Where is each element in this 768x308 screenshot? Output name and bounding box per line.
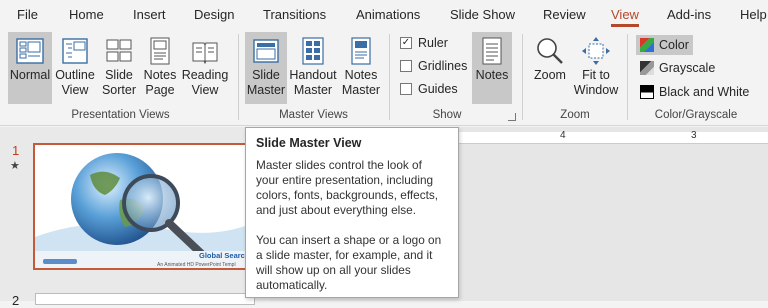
- color-swatch-icon: [640, 37, 654, 52]
- group-separator: [389, 34, 390, 120]
- outline-view-button[interactable]: Outline View: [53, 32, 97, 104]
- black-and-white-option[interactable]: Black and White: [636, 82, 749, 102]
- notes-page-label-2: Page: [145, 83, 175, 97]
- slide-master-label-2: Master: [246, 83, 286, 97]
- color-option[interactable]: Color: [636, 35, 693, 55]
- grayscale-swatch-icon: [640, 60, 654, 75]
- show-group-label: Show: [432, 109, 462, 121]
- slide-master-icon: [253, 39, 279, 63]
- slide-master-button[interactable]: Slide Master: [245, 32, 287, 104]
- tooltip-paragraph-1: Master slides control the look of your e…: [256, 158, 439, 217]
- gridlines-checkbox-label: Gridlines: [418, 59, 468, 73]
- slide-sorter-label-2: Sorter: [101, 83, 137, 97]
- ruler-label: 4: [560, 130, 566, 141]
- outline-view-icon: [62, 38, 88, 64]
- color-grayscale-group-label: Color/Grayscale: [654, 109, 738, 121]
- animation-star-icon: ★: [10, 160, 20, 172]
- active-tab-indicator: [611, 24, 639, 27]
- notes-master-label-1: Notes: [344, 68, 378, 82]
- show-dialog-launcher-icon[interactable]: [508, 113, 516, 121]
- handout-master-button[interactable]: Handout Master: [288, 32, 338, 104]
- slide-thumbnail-1[interactable]: Global Searc An Animated HD PowerPoint T…: [33, 143, 255, 270]
- notes-icon: [482, 37, 502, 65]
- tab-insert[interactable]: Insert: [133, 7, 166, 22]
- magnifier-icon: [537, 38, 563, 64]
- notes-page-icon: [150, 37, 170, 65]
- notes-master-button[interactable]: Notes Master: [340, 32, 382, 104]
- normal-view-label: Normal: [9, 68, 51, 82]
- tooltip-title: Slide Master View: [256, 136, 362, 150]
- notes-page-label-1: Notes: [143, 68, 177, 82]
- tab-animations[interactable]: Animations: [356, 7, 420, 22]
- tab-design[interactable]: Design: [194, 7, 234, 22]
- notes-label: Notes: [475, 68, 509, 82]
- slide-master-label-1: Slide: [252, 68, 280, 82]
- presentation-views-group-label: Presentation Views: [71, 109, 170, 121]
- fit-to-window-button[interactable]: Fit to Window: [572, 32, 620, 104]
- tab-home[interactable]: Home: [69, 7, 104, 22]
- normal-view-button[interactable]: Normal: [8, 32, 52, 104]
- reading-view-label-2: View: [191, 83, 219, 97]
- zoom-group-label: Zoom: [560, 109, 590, 121]
- ruler-checkbox[interactable]: ✓: [400, 36, 412, 49]
- ribbon-tab-bar: File Home Insert Design Transitions Anim…: [0, 0, 768, 28]
- tab-review[interactable]: Review: [543, 7, 586, 22]
- reading-view-label-1: Reading: [181, 68, 229, 82]
- tooltip-body: Master slides control the look of your e…: [256, 158, 448, 293]
- black-and-white-swatch-icon: [640, 84, 654, 99]
- tab-help[interactable]: Help: [740, 7, 767, 22]
- notes-master-icon: [351, 37, 371, 65]
- slide-subtitle-text: An Animated HD PowerPoint Templ: [157, 262, 236, 268]
- slide-sorter-icon: [106, 39, 132, 62]
- outline-view-label-1: Outline: [55, 68, 95, 82]
- notes-page-button[interactable]: Notes Page: [141, 32, 179, 104]
- ruler-checkbox-label: Ruler: [418, 36, 448, 50]
- group-separator: [238, 34, 239, 120]
- fit-to-window-label-1: Fit to: [582, 68, 610, 82]
- grayscale-option[interactable]: Grayscale: [636, 58, 715, 78]
- grayscale-option-label: Grayscale: [659, 61, 716, 75]
- reading-view-button[interactable]: Reading View: [181, 32, 229, 104]
- tab-add-ins[interactable]: Add-ins: [667, 7, 711, 22]
- ribbon: Normal Outline View Slide Sorter Notes P…: [0, 28, 768, 126]
- black-and-white-option-label: Black and White: [659, 85, 750, 99]
- slide-logo-icon: [43, 259, 77, 264]
- handout-master-label-2: Master: [293, 83, 333, 97]
- guides-checkbox-label: Guides: [418, 82, 458, 96]
- zoom-button[interactable]: Zoom: [530, 32, 570, 104]
- guides-checkbox-row[interactable]: Guides: [400, 80, 458, 98]
- outline-view-label-2: View: [61, 83, 89, 97]
- notes-master-label-2: Master: [341, 83, 381, 97]
- group-separator: [627, 34, 628, 120]
- ruler-checkbox-row[interactable]: ✓ Ruler: [400, 34, 448, 52]
- slide-title-text: Global Searc: [199, 251, 245, 260]
- fit-to-window-label-2: Window: [573, 83, 619, 97]
- notes-button[interactable]: Notes: [472, 32, 512, 104]
- slide-sorter-button[interactable]: Slide Sorter: [99, 32, 139, 104]
- tab-slide-show[interactable]: Slide Show: [450, 7, 515, 22]
- slide-master-view-tooltip: Slide Master View Master slides control …: [245, 127, 459, 298]
- normal-view-icon: [16, 38, 44, 64]
- tab-view[interactable]: View: [611, 7, 639, 22]
- tooltip-paragraph-2: You can insert a shape or a logo on a sl…: [256, 233, 442, 292]
- color-option-label: Color: [659, 38, 689, 52]
- handout-master-label-1: Handout: [289, 68, 337, 82]
- gridlines-checkbox[interactable]: [400, 59, 412, 72]
- ruler-label: 3: [691, 130, 697, 141]
- slide-thumbnail-2[interactable]: [35, 293, 255, 305]
- slide-sorter-label-1: Slide: [105, 68, 133, 82]
- reading-view-icon: [192, 42, 218, 65]
- slide-thumbnail-image: Global Searc An Animated HD PowerPoint T…: [35, 145, 253, 268]
- group-separator: [522, 34, 523, 120]
- fit-to-window-icon: [582, 37, 610, 65]
- slide-thumbnail-pane[interactable]: 1 ★ Global Searc An Animated HD PowerPoi…: [0, 127, 270, 308]
- tab-file[interactable]: File: [17, 7, 38, 22]
- gridlines-checkbox-row[interactable]: Gridlines: [400, 57, 467, 75]
- tab-transitions[interactable]: Transitions: [263, 7, 326, 22]
- handout-master-icon: [302, 37, 324, 65]
- zoom-label: Zoom: [534, 68, 566, 82]
- master-views-group-label: Master Views: [279, 109, 348, 121]
- guides-checkbox[interactable]: [400, 82, 412, 95]
- slide-number-1: 1: [12, 143, 20, 158]
